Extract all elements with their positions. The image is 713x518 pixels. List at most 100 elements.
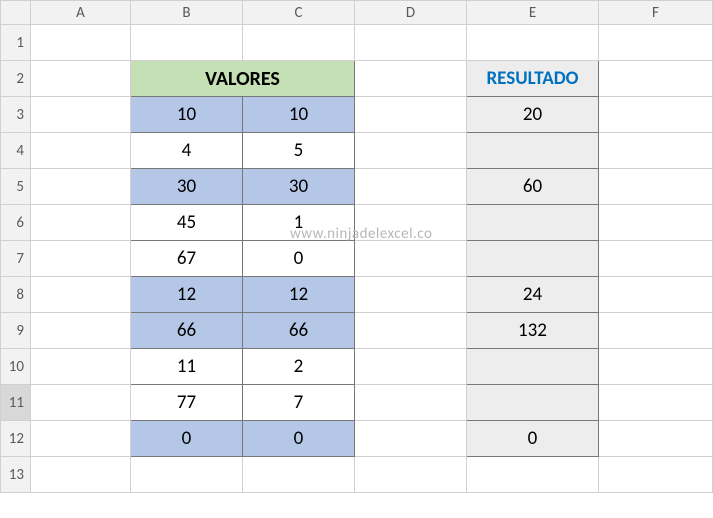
cell-D12[interactable]	[355, 421, 467, 457]
cell-C9[interactable]: 66	[243, 313, 355, 349]
cell-C13[interactable]	[243, 457, 355, 493]
cell-A8[interactable]	[31, 277, 131, 313]
cell-B11[interactable]: 77	[131, 385, 243, 421]
cell-E6[interactable]	[467, 205, 599, 241]
cell-E13[interactable]	[467, 457, 599, 493]
cell-D1[interactable]	[355, 25, 467, 61]
cell-C11[interactable]: 7	[243, 385, 355, 421]
cell-A6[interactable]	[31, 205, 131, 241]
cell-E4[interactable]	[467, 133, 599, 169]
cell-C6[interactable]: 1	[243, 205, 355, 241]
cell-F9[interactable]	[599, 313, 713, 349]
cell-E12[interactable]: 0	[467, 421, 599, 457]
cell-A1[interactable]	[31, 25, 131, 61]
cell-C12[interactable]: 0	[243, 421, 355, 457]
col-header-D[interactable]: D	[355, 1, 467, 25]
row-header-2[interactable]: 2	[1, 61, 31, 97]
cell-E7[interactable]	[467, 241, 599, 277]
cell-D5[interactable]	[355, 169, 467, 205]
column-header-row: A B C D E F	[1, 1, 713, 25]
cell-B5[interactable]: 30	[131, 169, 243, 205]
cell-B9[interactable]: 66	[131, 313, 243, 349]
cell-C7[interactable]: 0	[243, 241, 355, 277]
cell-D4[interactable]	[355, 133, 467, 169]
cell-D10[interactable]	[355, 349, 467, 385]
col-header-C[interactable]: C	[243, 1, 355, 25]
cell-F7[interactable]	[599, 241, 713, 277]
row-header-3[interactable]: 3	[1, 97, 31, 133]
cell-F8[interactable]	[599, 277, 713, 313]
row-header-11[interactable]: 11	[1, 385, 31, 421]
cell-B3[interactable]: 10	[131, 97, 243, 133]
row-header-6[interactable]: 6	[1, 205, 31, 241]
row-header-1[interactable]: 1	[1, 25, 31, 61]
cell-F6[interactable]	[599, 205, 713, 241]
cell-C1[interactable]	[243, 25, 355, 61]
cell-B7[interactable]: 67	[131, 241, 243, 277]
resultado-header[interactable]: RESULTADO	[467, 61, 599, 97]
cell-D2[interactable]	[355, 61, 467, 97]
cell-E3[interactable]: 20	[467, 97, 599, 133]
cell-C4[interactable]: 5	[243, 133, 355, 169]
cell-F1[interactable]	[599, 25, 713, 61]
cell-C3[interactable]: 10	[243, 97, 355, 133]
cell-F3[interactable]	[599, 97, 713, 133]
cell-E8[interactable]: 24	[467, 277, 599, 313]
cell-A2[interactable]	[31, 61, 131, 97]
cell-B12[interactable]: 0	[131, 421, 243, 457]
cell-A7[interactable]	[31, 241, 131, 277]
cell-E1[interactable]	[467, 25, 599, 61]
row-header-13[interactable]: 13	[1, 457, 31, 493]
col-header-B[interactable]: B	[131, 1, 243, 25]
cell-A5[interactable]	[31, 169, 131, 205]
row-13: 13	[1, 457, 713, 493]
cell-A13[interactable]	[31, 457, 131, 493]
cell-F13[interactable]	[599, 457, 713, 493]
corner-cell[interactable]	[1, 1, 31, 25]
cell-E5[interactable]: 60	[467, 169, 599, 205]
cell-E9[interactable]: 132	[467, 313, 599, 349]
cell-F2[interactable]	[599, 61, 713, 97]
row-header-4[interactable]: 4	[1, 133, 31, 169]
cell-E11[interactable]	[467, 385, 599, 421]
row-header-12[interactable]: 12	[1, 421, 31, 457]
col-header-E[interactable]: E	[467, 1, 599, 25]
cell-B4[interactable]: 4	[131, 133, 243, 169]
cell-B6[interactable]: 45	[131, 205, 243, 241]
cell-B13[interactable]	[131, 457, 243, 493]
cell-A9[interactable]	[31, 313, 131, 349]
cell-B10[interactable]: 11	[131, 349, 243, 385]
cell-A3[interactable]	[31, 97, 131, 133]
row-header-10[interactable]: 10	[1, 349, 31, 385]
cell-D3[interactable]	[355, 97, 467, 133]
cell-F4[interactable]	[599, 133, 713, 169]
cell-D13[interactable]	[355, 457, 467, 493]
cell-C10[interactable]: 2	[243, 349, 355, 385]
row-header-8[interactable]: 8	[1, 277, 31, 313]
col-header-A[interactable]: A	[31, 1, 131, 25]
cell-C8[interactable]: 12	[243, 277, 355, 313]
cell-E10[interactable]	[467, 349, 599, 385]
row-header-5[interactable]: 5	[1, 169, 31, 205]
cell-A4[interactable]	[31, 133, 131, 169]
cell-D6[interactable]	[355, 205, 467, 241]
cell-A11[interactable]	[31, 385, 131, 421]
cell-D9[interactable]	[355, 313, 467, 349]
spreadsheet-grid[interactable]: A B C D E F 1 2 VALORES RESULTADO	[0, 0, 713, 493]
cell-F10[interactable]	[599, 349, 713, 385]
cell-D11[interactable]	[355, 385, 467, 421]
row-header-7[interactable]: 7	[1, 241, 31, 277]
cell-D7[interactable]	[355, 241, 467, 277]
cell-D8[interactable]	[355, 277, 467, 313]
row-header-9[interactable]: 9	[1, 313, 31, 349]
cell-B1[interactable]	[131, 25, 243, 61]
cell-C5[interactable]: 30	[243, 169, 355, 205]
cell-B8[interactable]: 12	[131, 277, 243, 313]
cell-F11[interactable]	[599, 385, 713, 421]
cell-F12[interactable]	[599, 421, 713, 457]
cell-F5[interactable]	[599, 169, 713, 205]
col-header-F[interactable]: F	[599, 1, 713, 25]
valores-header[interactable]: VALORES	[131, 61, 355, 97]
cell-A10[interactable]	[31, 349, 131, 385]
cell-A12[interactable]	[31, 421, 131, 457]
